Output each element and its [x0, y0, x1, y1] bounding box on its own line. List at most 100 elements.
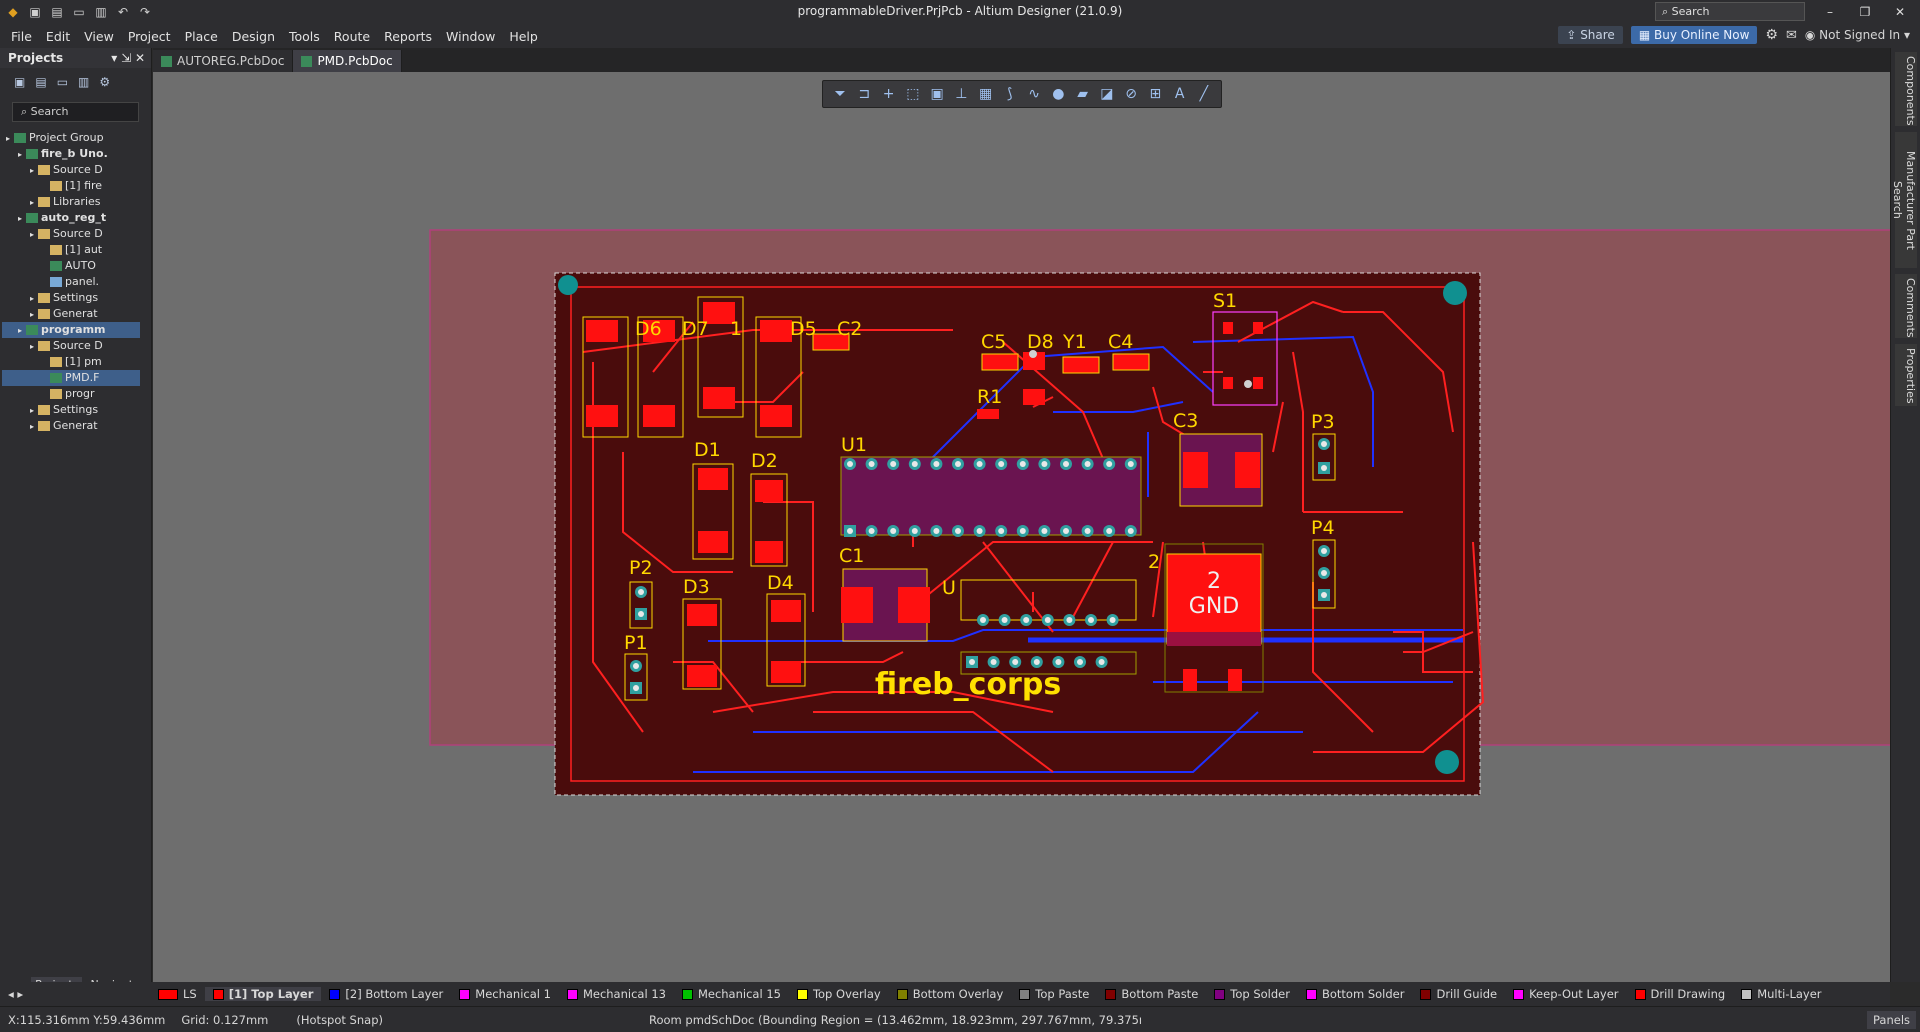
filter-icon[interactable]: ⏷ [831, 84, 849, 104]
expand-arrow-icon[interactable]: ▸ [30, 419, 38, 434]
menu-window[interactable]: Window [439, 29, 502, 44]
layer-scroll-controls[interactable]: ◂ ▸ [0, 987, 150, 1001]
expand-arrow-icon[interactable]: ▸ [30, 227, 38, 242]
interactive-route-icon[interactable]: ⟆ [1001, 84, 1019, 104]
tab-properties[interactable]: Properties [1895, 344, 1917, 406]
buy-online-button[interactable]: ▦ Buy Online Now [1630, 26, 1758, 44]
expand-arrow-icon[interactable]: ▸ [18, 211, 26, 226]
polygon-icon[interactable]: ◪ [1098, 84, 1116, 104]
tab-components[interactable]: Components [1895, 52, 1917, 126]
layer-tab[interactable]: Drill Drawing [1627, 987, 1734, 1001]
save-project-icon[interactable]: ▣ [14, 75, 25, 89]
fill-icon[interactable]: ▰ [1074, 84, 1092, 104]
open-folder-icon[interactable]: ▭ [57, 75, 68, 89]
expand-arrow-icon[interactable]: ▸ [6, 131, 14, 146]
tree-item[interactable]: ▸ Libraries [2, 194, 140, 210]
app-logo-icon[interactable]: ◆ [6, 5, 20, 19]
tree-item[interactable]: ▸ Source D [2, 162, 140, 178]
tree-item[interactable]: panel. [2, 274, 140, 290]
layer-tab[interactable]: Top Solder [1206, 987, 1298, 1001]
redo-icon[interactable]: ↷ [138, 5, 152, 19]
menu-route[interactable]: Route [327, 29, 377, 44]
place-icon[interactable]: + [880, 84, 898, 104]
expand-arrow-icon[interactable]: ▸ [18, 147, 26, 162]
layer-tab[interactable]: Bottom Paste [1097, 987, 1206, 1001]
pcb-canvas[interactable]: D6 D7 1 D5 C2 C5 D8 Y1 C4 S1 R1 U1 C3 P3… [153, 72, 1901, 982]
folder-icon[interactable]: ▥ [78, 75, 89, 89]
tree-item[interactable]: ▸ Source D [2, 338, 140, 354]
tree-item[interactable]: AUTO [2, 258, 140, 274]
layer-tab[interactable]: LS [150, 987, 205, 1001]
menu-edit[interactable]: Edit [39, 29, 77, 44]
open-icon[interactable]: ▭ [72, 5, 86, 19]
tree-item[interactable]: ▸ Source D [2, 226, 140, 242]
expand-arrow-icon[interactable]: ▸ [30, 403, 38, 418]
tree-item[interactable]: [1] aut [2, 242, 140, 258]
place-pad-icon[interactable]: ▦ [977, 84, 995, 104]
menu-file[interactable]: File [4, 29, 39, 44]
expand-arrow-icon[interactable]: ▸ [30, 195, 38, 210]
component-icon[interactable]: ▣ [928, 84, 946, 104]
projects-search-input[interactable]: ⌕ Search [12, 102, 139, 122]
layer-tab[interactable]: Multi-Layer [1733, 987, 1829, 1001]
align-icon[interactable]: ⊥ [952, 84, 970, 104]
layer-tab[interactable]: Top Overlay [789, 987, 889, 1001]
expand-arrow-icon[interactable]: ▸ [18, 323, 26, 338]
layer-tab[interactable]: Bottom Solder [1298, 987, 1412, 1001]
layer-tab[interactable]: Mechanical 13 [559, 987, 674, 1001]
close-button[interactable]: ✕ [1885, 2, 1915, 22]
tree-item[interactable]: ▸ Settings [2, 402, 140, 418]
expand-arrow-icon[interactable]: ▸ [30, 291, 38, 306]
tree-item[interactable]: progr [2, 386, 140, 402]
tree-item[interactable]: ▸ programm [2, 322, 140, 338]
menu-project[interactable]: Project [121, 29, 178, 44]
menu-place[interactable]: Place [178, 29, 225, 44]
expand-arrow-icon[interactable]: ▸ [30, 163, 38, 178]
layer-tab[interactable]: Mechanical 15 [674, 987, 789, 1001]
tree-item[interactable]: ▸ Generat [2, 306, 140, 322]
save-all-icon[interactable]: ▤ [50, 5, 64, 19]
string-icon[interactable]: A [1171, 84, 1189, 104]
layer-tab[interactable]: Drill Guide [1412, 987, 1505, 1001]
tree-item[interactable]: [1] pm [2, 354, 140, 370]
menu-help[interactable]: Help [502, 29, 545, 44]
menu-view[interactable]: View [77, 29, 121, 44]
share-button[interactable]: ⇪ Share [1558, 26, 1623, 44]
tree-item[interactable]: ▸ Project Group [2, 130, 140, 146]
maximize-button[interactable]: ❐ [1850, 2, 1880, 22]
layer-tab[interactable]: Keep-Out Layer [1505, 987, 1626, 1001]
tab-pmd-pcbdoc[interactable]: PMD.PcbDoc [293, 50, 402, 72]
layer-tab[interactable]: [1] Top Layer [204, 987, 322, 1001]
undo-icon[interactable]: ↶ [116, 5, 130, 19]
layer-tab[interactable]: [2] Bottom Layer [321, 987, 451, 1001]
tree-item[interactable]: PMD.F [2, 370, 140, 386]
tree-item[interactable]: ▸ fire_b Uno. [2, 146, 140, 162]
open-project-icon[interactable]: ▥ [94, 5, 108, 19]
menu-design[interactable]: Design [225, 29, 282, 44]
save-icon[interactable]: ▣ [28, 5, 42, 19]
panel-controls-icon[interactable]: ▾ ⇲ ✕ [111, 51, 151, 65]
tab-manufacturer-part-search[interactable]: Manufacturer Part Search [1891, 132, 1917, 268]
menu-tools[interactable]: Tools [282, 29, 327, 44]
line-icon[interactable]: ╱ [1195, 84, 1213, 104]
tree-item[interactable]: ▸ Settings [2, 290, 140, 306]
settings-icon[interactable]: ⚙ [99, 75, 110, 89]
select-rect-icon[interactable]: ⬚ [904, 84, 922, 104]
route-icon[interactable]: ⊐ [855, 84, 873, 104]
layer-tab[interactable]: Top Paste [1011, 987, 1097, 1001]
keepout-icon[interactable]: ⊘ [1122, 84, 1140, 104]
via-icon[interactable]: ● [1049, 84, 1067, 104]
tree-item[interactable]: ▸ Generat [2, 418, 140, 434]
gear-icon[interactable]: ⚙ [1765, 27, 1778, 43]
tab-comments[interactable]: Comments [1895, 274, 1917, 338]
expand-arrow-icon[interactable]: ▸ [30, 339, 38, 354]
global-search-input[interactable]: ⌕ Search [1655, 2, 1805, 21]
tree-item[interactable]: ▸ auto_reg_t [2, 210, 140, 226]
user-account[interactable]: ◉ Not Signed In ▾ [1805, 28, 1910, 42]
tune-icon[interactable]: ∿ [1025, 84, 1043, 104]
menu-reports[interactable]: Reports [377, 29, 439, 44]
expand-arrow-icon[interactable]: ▸ [30, 307, 38, 322]
panels-button[interactable]: Panels [1866, 1010, 1916, 1029]
minimize-button[interactable]: – [1815, 2, 1845, 22]
layer-tab[interactable]: Bottom Overlay [889, 987, 1012, 1001]
